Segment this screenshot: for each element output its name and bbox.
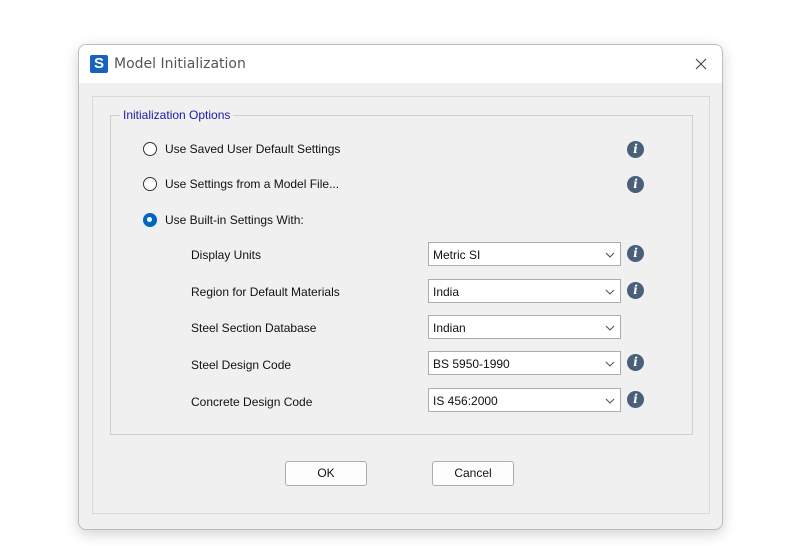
steel-section-database-label: Steel Section Database [191,321,317,335]
radio-button[interactable] [143,142,157,156]
region-materials-label: Region for Default Materials [191,285,340,299]
info-icon[interactable]: i [627,391,644,408]
group-legend: Initialization Options [120,108,234,122]
concrete-design-code-label: Concrete Design Code [191,395,313,409]
radio-label: Use Built-in Settings With: [165,213,304,227]
radio-label: Use Saved User Default Settings [165,142,341,156]
steel-section-database-select[interactable]: Indian [428,315,621,339]
model-initialization-dialog: S Model Initialization Initialization Op… [78,44,723,530]
chevron-down-icon [605,398,615,404]
concrete-design-code-select[interactable]: IS 456:2000 [428,388,621,412]
chevron-down-icon [605,361,615,367]
initialization-options-group [110,115,693,435]
region-materials-select[interactable]: India [428,279,621,303]
radio-button[interactable] [143,177,157,191]
display-units-label: Display Units [191,248,262,262]
title-bar[interactable]: S Model Initialization [79,45,722,83]
cancel-button[interactable]: Cancel [432,461,514,486]
steel-design-code-select[interactable]: BS 5950-1990 [428,351,621,375]
chevron-down-icon [605,252,615,258]
display-units-select[interactable]: Metric SI [428,242,621,266]
steel-design-code-label: Steel Design Code [191,358,292,372]
ok-button[interactable]: OK [285,461,367,486]
info-icon[interactable]: i [627,282,644,299]
app-logo-icon: S [90,55,108,73]
chevron-down-icon [605,325,615,331]
info-icon[interactable]: i [627,176,644,193]
radio-label: Use Settings from a Model File... [165,177,340,191]
select-value: India [433,285,460,299]
select-value: Metric SI [433,248,481,262]
info-icon[interactable]: i [627,141,644,158]
window-title: Model Initialization [114,56,246,72]
chevron-down-icon [605,289,615,295]
radio-saved-defaults[interactable]: Use Saved User Default Settings [143,140,340,158]
info-icon[interactable]: i [627,354,644,371]
radio-model-file[interactable]: Use Settings from a Model File... [143,175,339,193]
select-value: BS 5950-1990 [433,357,510,371]
radio-built-in[interactable]: Use Built-in Settings With: [143,211,304,229]
select-value: Indian [433,321,466,335]
close-icon [695,58,707,70]
close-button[interactable] [688,51,714,77]
select-value: IS 456:2000 [433,394,498,408]
info-icon[interactable]: i [627,245,644,262]
radio-button-selected[interactable] [143,213,157,227]
